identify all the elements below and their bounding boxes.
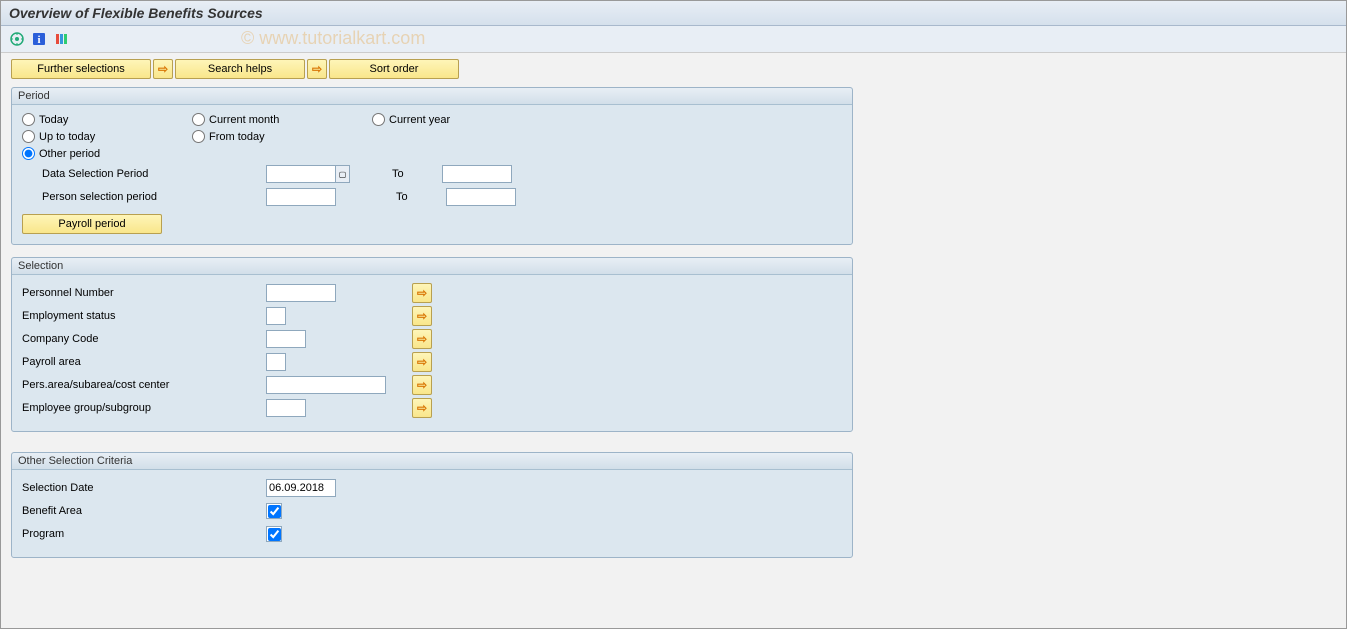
employment-status-input[interactable]	[266, 307, 286, 325]
to-label-2: To	[396, 191, 446, 203]
action-button-row: Further selections ⇨ Search helps ⇨ Sort…	[1, 53, 1346, 83]
payroll-area-input[interactable]	[266, 353, 286, 371]
personnel-number-input[interactable]	[266, 284, 336, 302]
program-label: Program	[22, 528, 266, 540]
radio-other-period-label: Other period	[39, 148, 100, 160]
further-selections-label: Further selections	[37, 63, 124, 75]
search-helps-label: Search helps	[208, 63, 272, 75]
arrow-right-icon: ⇨	[417, 355, 427, 369]
employee-group-label: Employee group/subgroup	[22, 402, 266, 414]
radio-from-today-label: From today	[209, 131, 265, 143]
sort-order-button[interactable]: Sort order	[329, 59, 459, 79]
search-helps-button[interactable]: Search helps	[175, 59, 305, 79]
payroll-area-label: Payroll area	[22, 356, 266, 368]
selection-date-label: Selection Date	[22, 482, 266, 494]
data-selection-from-input[interactable]	[266, 165, 336, 183]
arrow-right-icon: ⇨	[417, 286, 427, 300]
payroll-area-multi-button[interactable]: ⇨	[412, 352, 432, 372]
company-code-multi-button[interactable]: ⇨	[412, 329, 432, 349]
company-code-label: Company Code	[22, 333, 266, 345]
radio-up-to-today[interactable]: Up to today	[22, 130, 192, 143]
to-label-1: To	[392, 168, 442, 180]
radio-today-label: Today	[39, 114, 68, 126]
data-selection-period-label: Data Selection Period	[22, 168, 266, 180]
svg-text:i: i	[37, 34, 40, 46]
company-code-input[interactable]	[266, 330, 306, 348]
toolbar: i © www.tutorialkart.com	[1, 26, 1346, 53]
period-group: Period Today Current month Current year …	[11, 87, 853, 245]
period-group-title: Period	[12, 88, 852, 105]
radio-current-month[interactable]: Current month	[192, 113, 372, 126]
benefit-area-label: Benefit Area	[22, 505, 266, 517]
payroll-period-button[interactable]: Payroll period	[22, 214, 162, 234]
radio-current-year-label: Current year	[389, 114, 450, 126]
person-selection-from-input[interactable]	[266, 188, 336, 206]
other-criteria-group: Other Selection Criteria Selection Date …	[11, 452, 853, 558]
f4-help-icon[interactable]: ▢	[336, 165, 350, 183]
arrow-right-icon: ⇨	[158, 62, 168, 76]
radio-current-year[interactable]: Current year	[372, 113, 532, 126]
person-selection-period-label: Person selection period	[22, 191, 266, 203]
employee-group-input[interactable]	[266, 399, 306, 417]
selection-group: Selection Personnel Number ⇨ Employment …	[11, 257, 853, 432]
variant-icon[interactable]	[53, 31, 69, 47]
info-icon[interactable]: i	[31, 31, 47, 47]
employment-status-multi-button[interactable]: ⇨	[412, 306, 432, 326]
person-selection-to-input[interactable]	[446, 188, 516, 206]
further-selections-button[interactable]: Further selections	[11, 59, 151, 79]
radio-up-to-today-label: Up to today	[39, 131, 95, 143]
page-title: Overview of Flexible Benefits Sources	[9, 5, 263, 21]
data-selection-to-input[interactable]	[442, 165, 512, 183]
pers-area-label: Pers.area/subarea/cost center	[22, 379, 266, 391]
title-bar: Overview of Flexible Benefits Sources	[1, 1, 1346, 26]
radio-other-period[interactable]: Other period	[22, 147, 192, 160]
execute-icon[interactable]	[9, 31, 25, 47]
pers-area-input[interactable]	[266, 376, 386, 394]
radio-from-today[interactable]: From today	[192, 130, 372, 143]
benefit-area-checkbox[interactable]	[268, 505, 281, 518]
arrow-right-icon: ⇨	[417, 401, 427, 415]
watermark-text: © www.tutorialkart.com	[241, 28, 425, 49]
program-checkbox[interactable]	[268, 528, 281, 541]
personnel-number-label: Personnel Number	[22, 287, 266, 299]
employment-status-label: Employment status	[22, 310, 266, 322]
personnel-number-multi-button[interactable]: ⇨	[412, 283, 432, 303]
sort-order-arrow-button[interactable]: ⇨	[307, 59, 327, 79]
employee-group-multi-button[interactable]: ⇨	[412, 398, 432, 418]
sort-order-label: Sort order	[370, 63, 419, 75]
pers-area-multi-button[interactable]: ⇨	[412, 375, 432, 395]
selection-date-input[interactable]	[266, 479, 336, 497]
arrow-right-icon: ⇨	[417, 309, 427, 323]
arrow-right-icon: ⇨	[312, 62, 322, 76]
payroll-period-label: Payroll period	[58, 218, 125, 230]
arrow-right-icon: ⇨	[417, 332, 427, 346]
other-criteria-group-title: Other Selection Criteria	[12, 453, 852, 470]
radio-current-month-label: Current month	[209, 114, 279, 126]
search-helps-arrow-button[interactable]: ⇨	[153, 59, 173, 79]
arrow-right-icon: ⇨	[417, 378, 427, 392]
selection-group-title: Selection	[12, 258, 852, 275]
radio-today[interactable]: Today	[22, 113, 192, 126]
